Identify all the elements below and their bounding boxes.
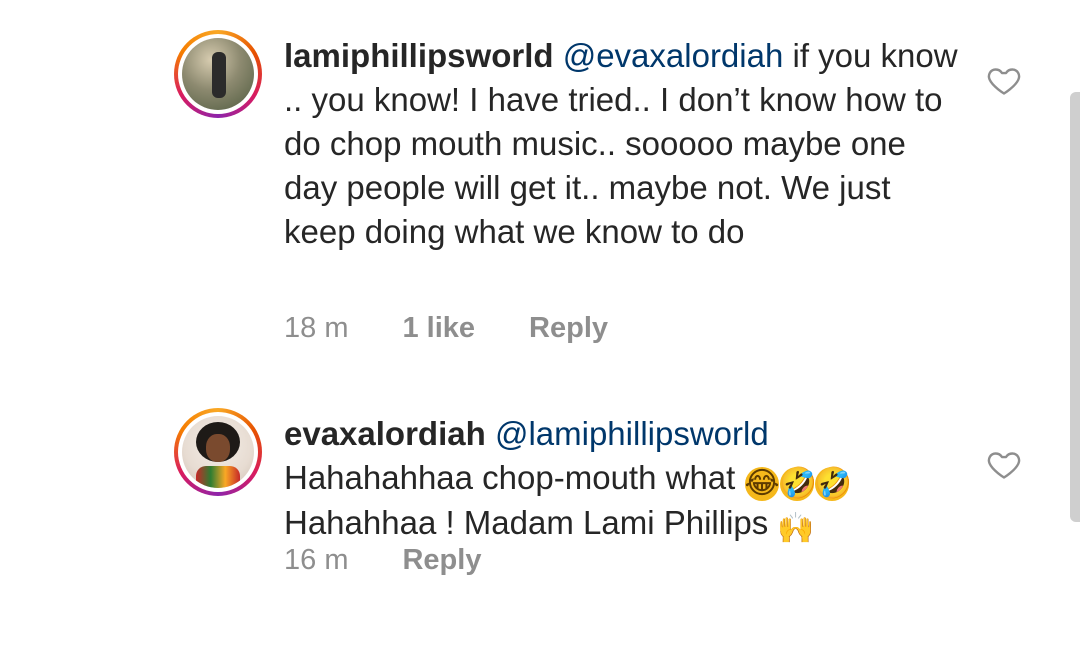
comment-mention[interactable]: @lamiphillipsworld	[495, 415, 769, 452]
reply-button[interactable]: Reply	[529, 312, 608, 345]
reply-button[interactable]: Reply	[402, 544, 481, 577]
comment-meta: 16 m Reply	[284, 544, 481, 577]
heart-outline-icon[interactable]	[986, 446, 1022, 482]
avatar-image	[182, 416, 254, 488]
avatar-face	[206, 434, 230, 462]
comment-timestamp: 16 m	[284, 544, 349, 576]
avatar-dress	[196, 466, 240, 488]
comment-body: evaxalordiah @lamiphillipsworld Hahahahh…	[284, 412, 964, 546]
raised-hands-emoji-icon: 🙌	[777, 511, 815, 546]
comment-username[interactable]: lamiphillipsworld	[284, 37, 554, 74]
comment-body: lamiphillipsworld @evaxalordiah if you k…	[284, 34, 964, 254]
avatar-border	[178, 34, 258, 114]
comment-line-3: Hahahhaa ! Madam Lami Phillips 🙌	[284, 501, 964, 546]
rolling-laughing-emoji-icon: 🤣	[814, 466, 852, 501]
comment-timestamp: 18 m	[284, 312, 349, 344]
comment-text: Hahahhaa ! Madam Lami Phillips	[284, 504, 778, 541]
avatar-image	[182, 38, 254, 110]
tears-of-joy-emoji-icon: 😂	[744, 466, 780, 501]
avatar-figure	[212, 52, 226, 98]
comment-likes-count[interactable]: 1 like	[402, 312, 475, 345]
comment-line-1: evaxalordiah @lamiphillipsworld	[284, 412, 964, 456]
rolling-laughing-emoji-icon: 🤣	[779, 466, 817, 501]
avatar[interactable]	[174, 30, 262, 118]
comment-text: Hahahahhaa chop-mouth what	[284, 459, 745, 496]
comment-line-2: Hahahahhaa chop-mouth what 😂🤣🤣	[284, 456, 964, 501]
heart-outline-icon[interactable]	[986, 62, 1022, 98]
avatar-border	[178, 412, 258, 492]
avatar[interactable]	[174, 408, 262, 496]
scrollbar[interactable]	[1070, 92, 1080, 522]
comment-mention[interactable]: @evaxalordiah	[563, 37, 784, 74]
comment-username[interactable]: evaxalordiah	[284, 415, 486, 452]
comment-meta: 18 m 1 like Reply	[284, 312, 608, 345]
